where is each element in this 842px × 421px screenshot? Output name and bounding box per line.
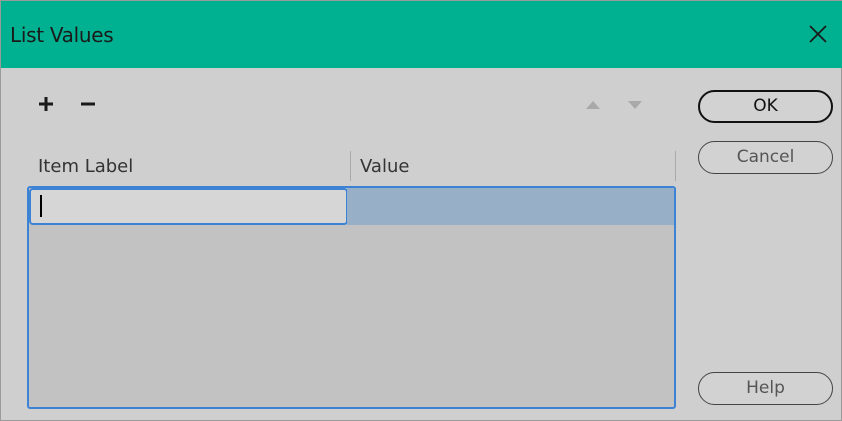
plus-icon (39, 97, 53, 111)
minus-icon (81, 102, 95, 106)
column-header-value[interactable]: Value (360, 156, 409, 177)
close-icon (809, 25, 827, 43)
remove-item-button[interactable] (79, 95, 97, 113)
cancel-button[interactable]: Cancel (698, 141, 833, 174)
values-grid[interactable] (27, 186, 676, 409)
list-values-dialog: List Values Item Label Value OK Cancel H… (0, 0, 842, 421)
add-item-button[interactable] (37, 95, 55, 113)
grid-header: Item Label Value (28, 147, 676, 185)
column-divider[interactable] (350, 151, 351, 181)
text-caret (40, 195, 42, 217)
ok-button[interactable]: OK (698, 90, 833, 123)
item-label-input[interactable] (29, 188, 348, 225)
table-row[interactable] (29, 188, 674, 225)
column-header-item-label[interactable]: Item Label (38, 156, 133, 177)
title-bar: List Values (1, 1, 842, 68)
arrow-down-icon (628, 101, 642, 109)
value-cell[interactable] (347, 188, 674, 225)
column-divider (675, 151, 676, 181)
move-down-button[interactable] (625, 97, 645, 111)
help-button[interactable]: Help (698, 372, 833, 405)
arrow-up-icon (586, 101, 600, 109)
dialog-title: List Values (10, 23, 114, 47)
close-button[interactable] (791, 1, 842, 68)
move-up-button[interactable] (583, 97, 603, 111)
